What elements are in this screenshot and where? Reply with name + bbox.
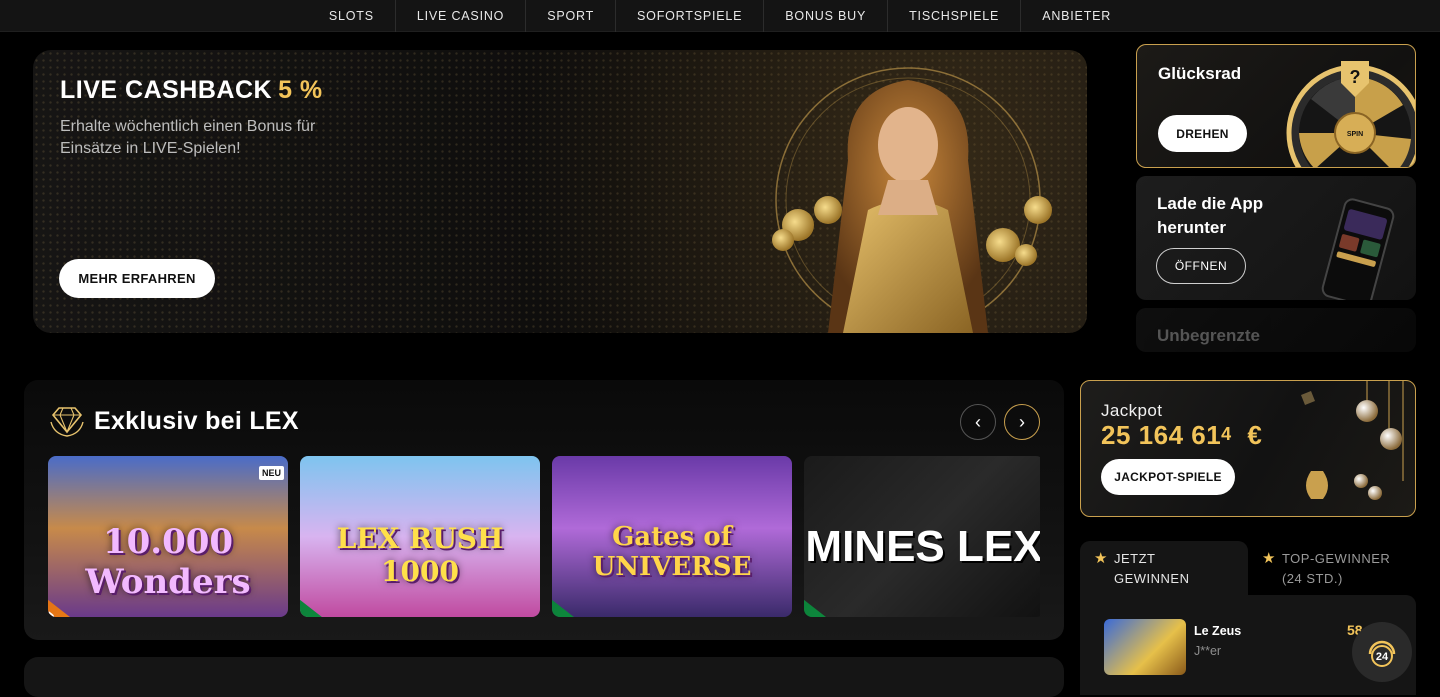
exclusive-header: Exklusiv bei LEX — [48, 404, 299, 438]
tab-label-line1: TOP-GEWINNER — [1281, 551, 1391, 566]
exclusive-ribbon: EXCLUSIVE — [804, 578, 926, 617]
promo-card-wheel[interactable]: Glücksrad DREHEN SPIN ? — [1136, 44, 1416, 168]
exclusive-title: Exklusiv bei LEX — [94, 406, 299, 435]
support-label: 24 — [1376, 651, 1389, 663]
tab-label-line2: GEWINNEN — [1113, 571, 1190, 586]
game-title: LEX RUSH 1000 — [336, 522, 504, 588]
nav-item-slots[interactable]: SLOTS — [308, 0, 395, 32]
diamond-laurel-icon — [50, 407, 84, 437]
tab-label-line2: (24 STD.) — [1281, 571, 1343, 586]
new-badge: NEU — [258, 466, 284, 480]
game-card-lex-rush[interactable]: LEX RUSH 1000 EXCLUSIVE — [300, 456, 540, 617]
hero-title-highlight: 5 % — [278, 76, 323, 104]
jackpot-currency: € — [1247, 420, 1263, 450]
chevron-right-icon: › — [1019, 411, 1025, 432]
tab-win-now-label: JETZT GEWINNEN — [1114, 549, 1190, 589]
game-card-10000-wonders[interactable]: 10.000 Wonders NEU PRE-RELEASE — [48, 456, 288, 617]
chevron-left-icon: ‹ — [975, 411, 981, 432]
hero-title: LIVE CASHBACK 5 % — [60, 76, 323, 105]
tab-label-line1: JETZT — [1113, 551, 1156, 566]
wheel-question-mark: ? — [1350, 67, 1361, 87]
star-icon: ★ — [1262, 550, 1276, 567]
ornament-decoration-icon — [1301, 381, 1404, 500]
carousel-next-button[interactable]: › — [1004, 404, 1040, 440]
star-icon: ★ — [1094, 550, 1108, 567]
hero-banner[interactable]: LIVE CASHBACK 5 % Erhalte wöchentlich ein… — [33, 50, 1087, 333]
jackpot-value: 25 164 61 — [1101, 420, 1222, 450]
top-navigation: SLOTS LIVE CASINO SPORT SOFORTSPIELE BON… — [0, 0, 1440, 32]
game-card-mines-lex[interactable]: MINES LEX EXCLUSIVE — [804, 456, 1040, 617]
hero-illustration — [772, 67, 1052, 333]
promo-card-app[interactable]: Lade die App herunter ÖFFNEN — [1136, 176, 1416, 300]
tab-win-now[interactable]: ★ JETZT GEWINNEN — [1080, 541, 1248, 595]
nav-item-tischspiele[interactable]: TISCHSPIELE — [887, 0, 1020, 32]
jackpot-rolling-digit: 4 — [1221, 424, 1232, 444]
winner-game-name: Le Zeus — [1194, 624, 1242, 638]
exclusive-section: Exklusiv bei LEX ‹ › 10.000 Wonders NEU … — [24, 380, 1064, 640]
hero-title-text: LIVE CASHBACK — [60, 76, 273, 104]
open-app-button[interactable]: ÖFFNEN — [1156, 248, 1246, 284]
winner-username: J**er — [1194, 644, 1222, 658]
next-section-strip — [24, 657, 1064, 697]
exclusive-ribbon: EXCLUSIVE — [552, 578, 674, 617]
wheel-center-label: SPIN — [1347, 131, 1363, 138]
nav-item-bonus-buy[interactable]: BONUS BUY — [763, 0, 887, 32]
jackpot-games-button[interactable]: JACKPOT-SPIELE — [1101, 459, 1235, 495]
tab-top-winners-label: TOP-GEWINNER (24 STD.) — [1282, 549, 1390, 589]
tab-top-winners[interactable]: ★ TOP-GEWINNER (24 STD.) — [1248, 541, 1416, 595]
phone-icon — [1321, 198, 1395, 300]
unlimited-title: Unbegrenzte — [1157, 326, 1260, 345]
carousel-prev-button[interactable]: ‹ — [960, 404, 996, 440]
game-card-gates-of-universe[interactable]: Gates of UNIVERSE EXCLUSIVE — [552, 456, 792, 617]
support-button[interactable]: 24 — [1352, 622, 1412, 682]
app-title: Lade die App herunter — [1157, 194, 1264, 237]
nav-item-sport[interactable]: SPORT — [525, 0, 615, 32]
winners-tabs: ★ JETZT GEWINNEN ★ TOP-GEWINNER (24 STD.… — [1080, 541, 1416, 595]
promo-card-unlimited[interactable]: Unbegrenzte — [1136, 308, 1416, 352]
spin-button[interactable]: DREHEN — [1158, 115, 1247, 152]
nav-item-anbieter[interactable]: ANBIETER — [1020, 0, 1132, 32]
nav-item-live-casino[interactable]: LIVE CASINO — [394, 0, 525, 32]
more-info-button[interactable]: MEHR ERFAHREN — [59, 259, 215, 298]
wheel-title: Glücksrad — [1158, 64, 1242, 83]
game-title: MINES LEX — [805, 522, 1040, 571]
hero-subtitle: Erhalte wöchentlich einen Bonus für Eins… — [60, 118, 316, 157]
jackpot-label: Jackpot — [1101, 401, 1163, 420]
nav-item-sofortspiele[interactable]: SOFORTSPIELE — [615, 0, 763, 32]
game-title: Gates of UNIVERSE — [592, 522, 752, 582]
jackpot-card[interactable]: Jackpot 25 164 614 € JACKPOT-SPIELE — [1080, 380, 1416, 517]
game-carousel: 10.000 Wonders NEU PRE-RELEASE LEX RUSH … — [48, 456, 1040, 617]
winner-game-thumbnail — [1104, 619, 1186, 675]
headset-icon: 24 — [1368, 640, 1396, 667]
fortune-wheel-icon: SPIN ? — [1286, 61, 1415, 167]
jackpot-amount: 25 164 614 € — [1101, 420, 1262, 451]
game-title: 10.000 Wonders — [85, 522, 251, 602]
